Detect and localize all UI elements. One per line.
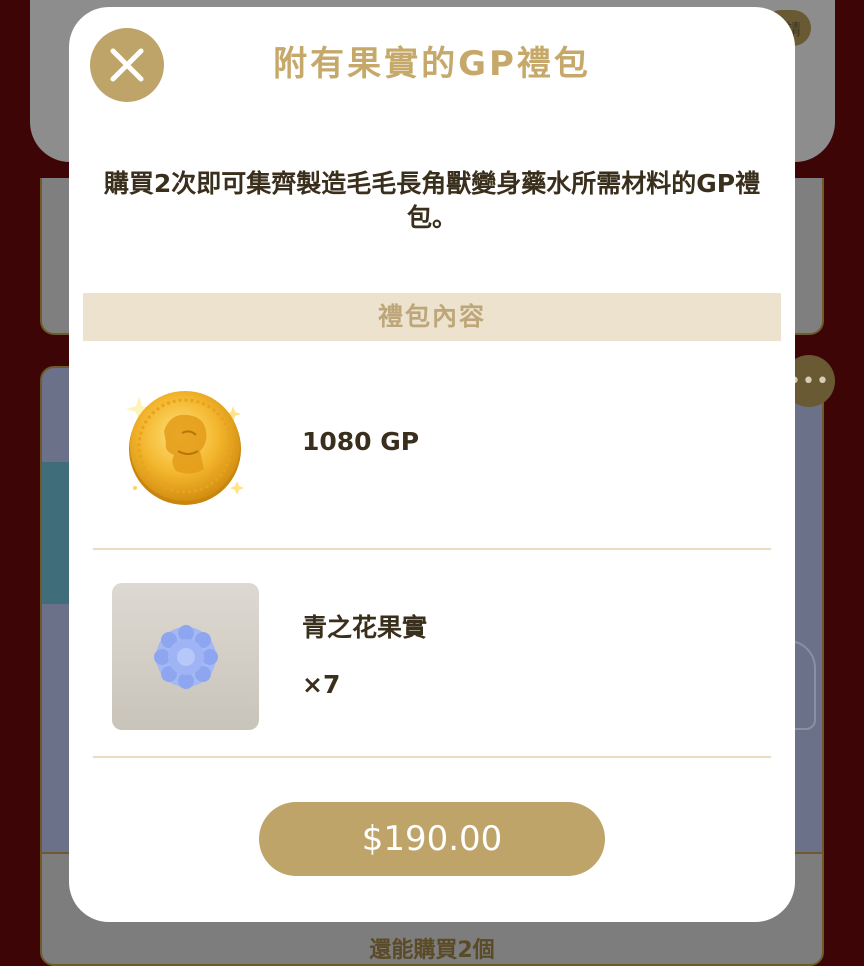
pack-item-quantity: ×7 [302, 670, 341, 699]
modal-description: 購買2次即可集齊製造毛毛長角獸變身藥水所需材料的GP禮包。 [103, 169, 761, 232]
purchase-price-button[interactable]: $190.00 [259, 802, 605, 876]
blue-flower-fruit-icon [112, 583, 259, 730]
pack-item-row: 1080 GP [93, 347, 771, 550]
pack-item-name: 青之花果實 [302, 613, 428, 642]
gold-coin-icon [112, 373, 259, 520]
background-bottom-text: 還能購買2個 [369, 938, 495, 963]
gift-pack-modal: 附有果實的GP禮包 購買2次即可集齊製造毛毛長角獸變身藥水所需材料的GP禮包。 … [69, 7, 795, 922]
modal-title: 附有果實的GP禮包 [273, 44, 591, 84]
section-header-pack-contents: 禮包內容 [83, 293, 781, 341]
pack-item-name: 1080 GP [302, 427, 420, 456]
pack-item-row: 青之花果實 ×7 [93, 550, 771, 758]
